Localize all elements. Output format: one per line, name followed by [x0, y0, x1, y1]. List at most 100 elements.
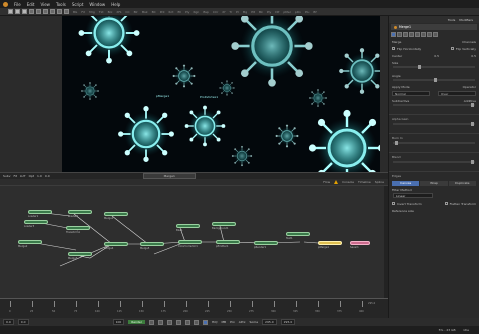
- tool-bg[interactable]: BG: [73, 10, 77, 14]
- edges-canvas-button[interactable]: Canvas: [392, 180, 420, 186]
- aprx-toggle[interactable]: APrx: [239, 320, 246, 324]
- center-x-value[interactable]: 0.5: [434, 54, 439, 58]
- slider-handle[interactable]: [470, 103, 474, 107]
- tool-bk[interactable]: Bk: [259, 10, 263, 14]
- render-end-field[interactable]: 295.0: [262, 319, 277, 325]
- tool-polygon[interactable]: Ply: [185, 10, 189, 14]
- tool-tracker[interactable]: Tr: [229, 10, 232, 14]
- layout-button-2[interactable]: [50, 9, 55, 14]
- node-pmerge1[interactable]: [318, 241, 342, 245]
- open-button[interactable]: [15, 9, 20, 14]
- undo-button[interactable]: [29, 9, 34, 14]
- tool-blur[interactable]: Blr: [134, 10, 138, 14]
- apply-mode-dropdown[interactable]: Normal: [392, 91, 430, 96]
- step-forward-icon[interactable]: [184, 319, 190, 325]
- tool-pmerge[interactable]: pMer: [283, 10, 291, 14]
- tool-tab-icon-4[interactable]: [409, 31, 414, 37]
- filter-method-dropdown[interactable]: Linear: [393, 193, 433, 198]
- flatten-transform-checkbox[interactable]: Flatten Transform: [444, 201, 476, 206]
- node-merge2[interactable]: [18, 240, 42, 244]
- flow-editor[interactable]: Loader1 Loader2 Loader3 Transform1 Merge…: [0, 186, 388, 298]
- play-reverse-icon[interactable]: [166, 319, 172, 325]
- subtractive-additive-slider[interactable]: [393, 103, 475, 107]
- channels-tab[interactable]: Channels: [462, 40, 476, 44]
- tool-text[interactable]: Txt: [99, 10, 104, 14]
- tab-console[interactable]: Console: [342, 180, 354, 184]
- tool-rect[interactable]: Rct: [169, 10, 174, 14]
- mb-toggle[interactable]: MB: [221, 320, 226, 324]
- node-prender1[interactable]: [254, 241, 278, 245]
- tool-paint[interactable]: Pnt: [160, 10, 165, 14]
- menu-help[interactable]: Help: [111, 2, 120, 7]
- tool-bc[interactable]: BC: [152, 10, 156, 14]
- alpha-gain-slider[interactable]: [393, 122, 475, 126]
- tool-ccr[interactable]: CCr: [213, 10, 218, 14]
- slider-handle[interactable]: [470, 160, 474, 164]
- tool-planar[interactable]: Pl: [236, 10, 239, 14]
- viewer-value-b[interactable]: 0.0: [45, 174, 50, 178]
- some-toggle[interactable]: Some: [250, 320, 259, 324]
- tool-tab-icon-3[interactable]: [403, 31, 408, 37]
- angle-slider[interactable]: [393, 78, 475, 82]
- global-start-field[interactable]: 0.0: [3, 319, 14, 325]
- warning-icon[interactable]: [334, 180, 339, 184]
- tool-bspline[interactable]: Bsp: [203, 10, 209, 14]
- render-button[interactable]: Render: [128, 320, 145, 324]
- node-pemitter1[interactable]: [216, 240, 240, 244]
- tool-prender[interactable]: pRn: [295, 10, 301, 14]
- save-button[interactable]: [22, 9, 27, 14]
- tab-spline[interactable]: Spline: [375, 180, 384, 184]
- node-transform1[interactable]: [66, 226, 90, 230]
- slider-handle[interactable]: [417, 65, 421, 69]
- size-slider[interactable]: [393, 65, 475, 69]
- tool-bf[interactable]: Bf: [313, 10, 316, 14]
- tab-timeline[interactable]: Timeline: [358, 180, 371, 184]
- new-button[interactable]: [8, 9, 13, 14]
- hiq-toggle[interactable]: HiQ: [212, 320, 217, 324]
- node-loader2[interactable]: [68, 210, 92, 214]
- viewer-zoom[interactable]: Subv: [3, 174, 11, 178]
- timeline-ruler[interactable]: 0 25 50 75 100 125 150 175 200 225 250 2…: [0, 298, 388, 318]
- tool-tab-icon-2[interactable]: [397, 31, 402, 37]
- tool-tab-icon-6[interactable]: [421, 31, 426, 37]
- tool-tab-icon-5[interactable]: [415, 31, 420, 37]
- prx-toggle[interactable]: Prx: [230, 320, 235, 324]
- center-y-value[interactable]: 0.5: [471, 54, 476, 58]
- slider-handle[interactable]: [394, 141, 398, 145]
- tool-mask[interactable]: Msk: [142, 10, 148, 14]
- menu-tools[interactable]: Tools: [56, 2, 66, 7]
- play-icon[interactable]: [175, 319, 181, 325]
- menu-file[interactable]: File: [14, 2, 21, 7]
- merge-tab[interactable]: Merge: [392, 40, 401, 44]
- slider-handle[interactable]: [434, 78, 437, 82]
- tool-ellipse[interactable]: Ell: [177, 10, 181, 14]
- tool-tab-icon-8[interactable]: [433, 31, 438, 37]
- node-merge4[interactable]: [104, 242, 128, 246]
- node-loader3[interactable]: [24, 220, 48, 224]
- go-to-start-icon[interactable]: [148, 319, 154, 325]
- current-frame-field[interactable]: 100: [112, 319, 125, 325]
- tab-flow[interactable]: Flow: [323, 180, 330, 184]
- tool-region[interactable]: Rgn: [193, 10, 199, 14]
- node-colorcorrector1[interactable]: [178, 240, 202, 244]
- inspector-node-header[interactable]: Merge1: [391, 24, 477, 30]
- node-merge3[interactable]: [68, 252, 92, 256]
- viewer-fit[interactable]: Fit: [14, 174, 18, 178]
- menu-script[interactable]: Script: [72, 2, 84, 7]
- node-loader1[interactable]: [28, 210, 52, 214]
- redo-button[interactable]: [36, 9, 41, 14]
- layout-button-1[interactable]: [43, 9, 48, 14]
- node-merge5[interactable]: [140, 242, 164, 246]
- render-start-field[interactable]: 0.0: [17, 319, 29, 325]
- edges-wrap-button[interactable]: Wrap: [420, 180, 448, 186]
- step-back-icon[interactable]: [157, 319, 163, 325]
- slider-handle[interactable]: [470, 122, 474, 126]
- menu-edit[interactable]: Edit: [27, 2, 35, 7]
- menu-view[interactable]: View: [40, 2, 50, 7]
- burn-in-slider[interactable]: [393, 141, 475, 145]
- menu-window[interactable]: Window: [89, 2, 105, 7]
- edges-duplicate-button[interactable]: Duplicate: [448, 180, 476, 186]
- node-saver1[interactable]: [350, 241, 370, 245]
- tab-modifiers[interactable]: Modifiers: [459, 18, 473, 22]
- node-background1[interactable]: [212, 222, 236, 226]
